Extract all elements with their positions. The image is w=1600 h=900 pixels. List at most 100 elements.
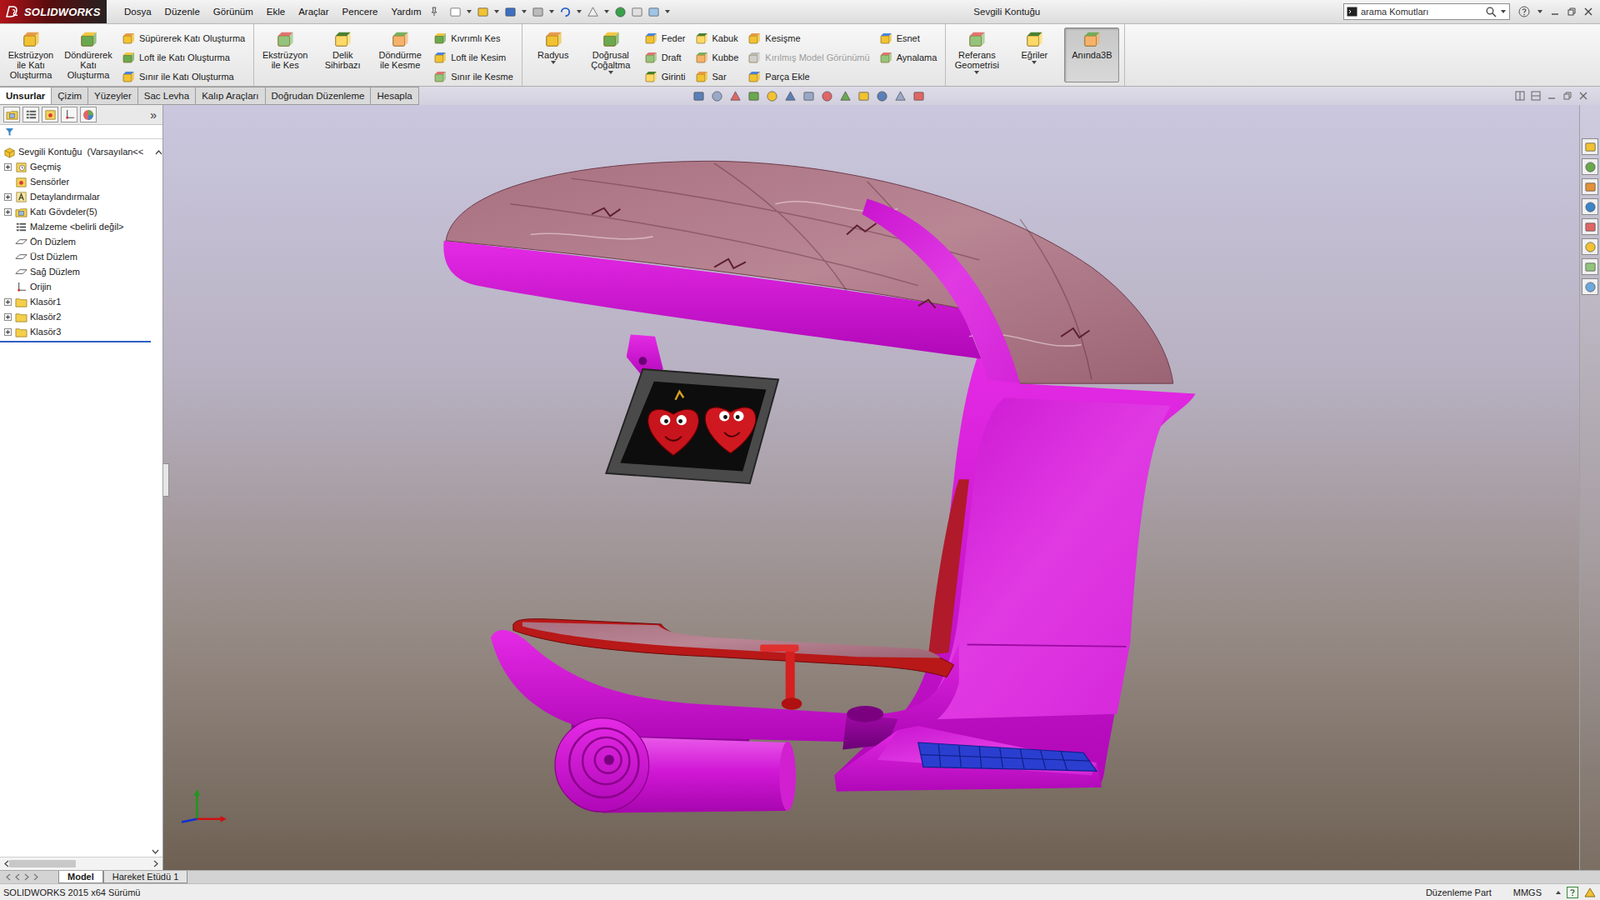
ribbon-small-button[interactable]: Aynalama — [879, 47, 938, 67]
file-explorer-icon[interactable] — [1584, 200, 1597, 214]
ribbon-small-button[interactable]: Feder — [644, 28, 686, 48]
task-pane-tab[interactable] — [1581, 278, 1599, 295]
view-palette-icon[interactable] — [1584, 220, 1597, 234]
task-pane-tab[interactable] — [1581, 158, 1599, 175]
model-canvas[interactable] — [163, 105, 1580, 870]
tab-nav-icon[interactable] — [5, 873, 12, 881]
ribbon-button[interactable]: Ekstrüzyon ile Katı Oluşturma — [3, 27, 59, 83]
dropdown-caret-icon[interactable] — [520, 9, 528, 15]
minimize-icon[interactable] — [1550, 6, 1560, 17]
scroll-left-icon[interactable] — [3, 860, 10, 868]
graphics-area[interactable] — [163, 105, 1580, 870]
dropdown-caret-icon[interactable] — [493, 9, 500, 15]
bottom-tab[interactable]: Hareket Etüdü 1 — [103, 870, 189, 884]
task-pane-tab[interactable] — [1581, 218, 1599, 235]
resources-icon[interactable] — [1584, 160, 1597, 174]
command-tab[interactable]: Unsurlar — [0, 86, 52, 105]
viewport-close-icon[interactable] — [1578, 90, 1589, 101]
status-units[interactable]: MMGS — [1505, 887, 1550, 898]
dropdown-caret-icon[interactable] — [973, 70, 980, 75]
ribbon-small-button[interactable]: Kıvrımlı Kes — [433, 28, 514, 48]
view-setup-icon[interactable] — [894, 90, 907, 103]
rollback-bar[interactable] — [0, 340, 151, 343]
design-library-icon[interactable] — [1584, 180, 1597, 194]
tree-filter[interactable] — [0, 125, 163, 140]
ribbon-button[interactable]: Ekstrüzyon ile Kes — [257, 27, 313, 83]
panel-splitter[interactable] — [163, 463, 170, 497]
panel-tab[interactable] — [60, 106, 78, 123]
expand-toggle-icon[interactable] — [4, 163, 12, 171]
tab-nav-icon[interactable] — [32, 873, 40, 881]
options-icon[interactable] — [647, 5, 660, 19]
command-tab[interactable]: Çizim — [51, 86, 89, 105]
command-tab[interactable]: Yüzeyler — [88, 86, 139, 105]
tree-item[interactable]: Malzeme <belirli değil> — [0, 219, 163, 235]
dropdown-caret-icon[interactable] — [548, 9, 555, 15]
dynamic-annotation-icon[interactable] — [784, 90, 797, 103]
task-pane-tab[interactable] — [1581, 238, 1599, 255]
hide-show-icon[interactable] — [839, 90, 852, 103]
menu-item[interactable]: Görünüm — [207, 4, 260, 20]
tree-item[interactable]: Katı Gövdeler(5) — [0, 204, 163, 220]
dropdown-caret-icon[interactable] — [1500, 9, 1507, 15]
scroll-thumb[interactable] — [9, 860, 76, 868]
ribbon-button[interactable]: Radyus — [525, 27, 581, 83]
display-style-icon[interactable] — [820, 90, 834, 103]
ribbon-small-button[interactable]: Kesişme — [747, 28, 870, 48]
zoom-fit-icon[interactable] — [710, 90, 724, 103]
command-tab[interactable]: Hesapla — [370, 86, 419, 105]
tile-icon[interactable] — [1515, 90, 1525, 101]
help-icon[interactable] — [1518, 5, 1530, 18]
expand-toggle-icon[interactable] — [4, 313, 12, 321]
tree-item[interactable]: Geçmiş — [0, 159, 163, 175]
task-pane-tab[interactable] — [1581, 178, 1599, 195]
panel-tab[interactable] — [80, 106, 97, 123]
rebuild-icon[interactable] — [614, 5, 627, 19]
tree-item[interactable]: Klasör3 — [0, 324, 163, 340]
appearances-icon[interactable] — [1584, 240, 1597, 254]
print-icon[interactable] — [531, 5, 545, 19]
tree-item[interactable]: Sağ Düzlem — [0, 264, 163, 280]
previous-view-icon[interactable] — [747, 90, 760, 103]
ribbon-small-button[interactable]: Sınır ile Katı Oluşturma — [121, 66, 245, 86]
panel-tab[interactable] — [3, 106, 20, 123]
split-icon[interactable] — [1530, 90, 1541, 101]
menu-item[interactable]: Dosya — [118, 4, 158, 20]
panel-more[interactable]: » — [150, 108, 160, 122]
undo-icon[interactable] — [559, 5, 572, 19]
dropdown-caret-icon[interactable] — [465, 9, 473, 15]
tree-item[interactable]: Sensörler — [0, 174, 163, 190]
expand-toggle-icon[interactable] — [4, 193, 12, 201]
ribbon-small-button[interactable]: Parça Ekle — [747, 66, 870, 86]
tree-root[interactable]: Sevgili Kontuğu (Varsayılan<< — [0, 144, 163, 160]
ribbon-small-button[interactable]: Girinti — [644, 66, 686, 86]
ribbon-button[interactable]: Eğriler — [1006, 27, 1062, 83]
horizontal-scrollbar[interactable] — [0, 856, 163, 870]
command-tab[interactable]: Kalıp Araçları — [195, 86, 265, 105]
ribbon-button[interactable]: Anında3B — [1064, 27, 1120, 83]
ribbon-small-button[interactable]: Draft — [644, 47, 686, 67]
file-properties-icon[interactable] — [630, 5, 644, 19]
scroll-up-icon[interactable] — [155, 149, 163, 155]
ribbon-small-button[interactable]: Kırılmış Model Görünümü — [747, 47, 870, 67]
tree-item[interactable]: Orijin — [0, 279, 163, 295]
command-tab[interactable]: Sac Levha — [138, 86, 196, 105]
ribbon-small-button[interactable]: Loft ile Kesim — [433, 47, 514, 67]
scroll-down-icon[interactable] — [151, 849, 160, 855]
tab-nav-icon[interactable] — [14, 873, 21, 881]
section-view-icon[interactable] — [765, 90, 779, 103]
lounge-chair-model[interactable] — [443, 160, 1195, 813]
expand-toggle-icon[interactable] — [4, 328, 12, 336]
ribbon-small-button[interactable]: Esnet — [879, 28, 938, 48]
ribbon-button[interactable]: Referans Geometrisi — [949, 27, 1005, 83]
expand-toggle-icon[interactable] — [4, 298, 12, 306]
scroll-right-icon[interactable] — [153, 860, 160, 868]
dropdown-caret-icon[interactable] — [550, 60, 557, 65]
ribbon-small-button[interactable]: Kabuk — [695, 28, 740, 48]
custom-properties-icon[interactable] — [1584, 260, 1597, 274]
home-icon[interactable] — [1584, 140, 1597, 154]
dropdown-caret-icon[interactable] — [575, 9, 583, 15]
panel-tab[interactable] — [41, 106, 59, 123]
tree-item[interactable]: Ön Düzlem — [0, 234, 163, 250]
restore-icon[interactable] — [1566, 6, 1577, 17]
